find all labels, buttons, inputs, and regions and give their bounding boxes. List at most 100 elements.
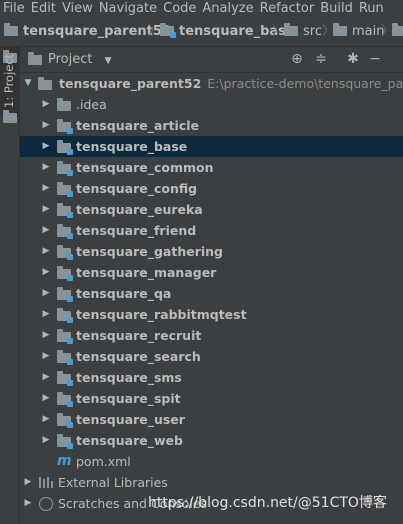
tree-module-row[interactable]: ▶ tensquare_search — [20, 346, 403, 367]
breadcrumb-project[interactable]: tensquare_parent52 — [4, 18, 171, 46]
tree-module-row[interactable]: ▶ tensquare_article — [20, 115, 403, 136]
collapsed-arrow-icon[interactable]: ▶ — [41, 136, 51, 157]
collapsed-arrow-icon[interactable]: ▶ — [41, 304, 51, 325]
tree-module-row[interactable]: ▶ tensquare_base — [20, 136, 403, 157]
collapsed-arrow-icon[interactable]: ▶ — [23, 472, 33, 493]
module-folder-icon — [57, 245, 73, 260]
collapsed-arrow-icon[interactable]: ▶ — [41, 178, 51, 199]
folder-icon — [57, 98, 71, 111]
breadcrumb-next[interactable] — [392, 18, 403, 46]
module-folder-icon — [57, 224, 73, 239]
tree-module-row[interactable]: ▶ tensquare_config — [20, 178, 403, 199]
collapsed-arrow-icon[interactable]: ▶ — [41, 388, 51, 409]
settings-icon[interactable]: ✱ — [344, 50, 362, 68]
menu-refactor[interactable]: Refactor — [257, 1, 318, 16]
menu-bar: File Edit View Navigate Code Analyze Refactor B… — [0, 0, 403, 17]
menu-file[interactable]: File — [0, 1, 28, 16]
collapse-all-icon[interactable]: ≑ — [312, 50, 330, 68]
folder-icon — [392, 23, 403, 36]
tree-module-row[interactable]: ▶ tensquare_eureka — [20, 199, 403, 220]
tree-module-row[interactable]: ▶ tensquare_friend — [20, 220, 403, 241]
tree-module-row[interactable]: ▶ tensquare_user — [20, 409, 403, 430]
project-tree: ▼ tensquare_parent52 E:\practice-demo\ten… — [20, 73, 403, 524]
menu-code[interactable]: Code — [160, 1, 199, 16]
collapsed-arrow-icon[interactable]: ▶ — [41, 409, 51, 430]
menu-build[interactable]: Build — [317, 1, 356, 16]
hide-icon[interactable]: − — [366, 50, 384, 68]
locate-icon[interactable]: ⊕ — [288, 50, 306, 68]
collapsed-arrow-icon[interactable]: ▶ — [41, 157, 51, 178]
tree-item-label: tensquare_user — [76, 412, 185, 427]
menu-edit[interactable]: Edit — [28, 1, 59, 16]
collapsed-arrow-icon[interactable]: ▶ — [41, 115, 51, 136]
collapsed-arrow-icon[interactable]: ▶ — [41, 283, 51, 304]
tree-module-row[interactable]: ▶ tensquare_sms — [20, 367, 403, 388]
tree-item-label: tensquare_base — [76, 139, 188, 154]
triangle-down-icon: ▼ — [104, 56, 112, 66]
module-folder-icon — [57, 140, 73, 155]
module-folder-icon — [57, 182, 73, 197]
tree-module-row[interactable]: ▶ tensquare_rabbitmqtest — [20, 304, 403, 325]
scratches-icon — [39, 497, 53, 511]
tree-file-row[interactable]: m pom.xml — [20, 451, 403, 472]
tree-root-row[interactable]: ▼ tensquare_parent52 E:\practice-demo\ten… — [20, 73, 403, 94]
tree-item-label: tensquare_recruit — [76, 328, 202, 343]
collapsed-arrow-icon[interactable]: ▶ — [41, 430, 51, 451]
collapsed-arrow-icon[interactable]: ▶ — [41, 94, 51, 115]
collapsed-arrow-icon[interactable]: ▶ — [41, 262, 51, 283]
external-libraries-label: External Libraries — [58, 475, 168, 490]
menu-run[interactable]: Run — [356, 1, 387, 16]
tree-item-label: tensquare_gathering — [76, 244, 223, 259]
tree-item-label: tensquare_search — [76, 349, 201, 364]
tree-module-row[interactable]: ▶ tensquare_manager — [20, 262, 403, 283]
menu-analyze[interactable]: Analyze — [199, 1, 256, 16]
breadcrumb-src[interactable]: src — [284, 18, 322, 46]
navigation-bar: tensquare_parent52 〉 tensquare_base 〉 sr… — [0, 18, 403, 47]
collapsed-arrow-icon[interactable]: ▶ — [23, 493, 33, 514]
expanded-arrow-icon[interactable]: ▼ — [23, 73, 33, 94]
collapsed-arrow-icon[interactable]: ▶ — [41, 241, 51, 262]
module-folder-icon — [160, 23, 176, 38]
tree-module-row[interactable]: ▶ tensquare_spit — [20, 388, 403, 409]
pom-label: pom.xml — [76, 454, 131, 469]
root-label: tensquare_parent52 E:\practice-demo\tensq… — [59, 73, 403, 94]
collapsed-arrow-icon[interactable]: ▶ — [41, 199, 51, 220]
module-folder-icon — [57, 203, 73, 218]
tree-item-label: tensquare_manager — [76, 265, 217, 280]
collapsed-arrow-icon[interactable]: ▶ — [41, 220, 51, 241]
menu-navigate[interactable]: Navigate — [96, 1, 160, 16]
breadcrumb-label: src — [303, 24, 322, 39]
watermark: https://blog.csdn.net/@51CTO博客 — [148, 495, 387, 511]
collapsed-arrow-icon[interactable]: ▶ — [41, 346, 51, 367]
project-toolbar: Project ▼ ⊕ ≑ ✱ − — [20, 47, 403, 73]
collapsed-arrow-icon[interactable]: ▶ — [41, 325, 51, 346]
tree-module-row[interactable]: ▶ tensquare_recruit — [20, 325, 403, 346]
tree-module-row[interactable]: ▶ tensquare_qa — [20, 283, 403, 304]
project-view-icon — [28, 52, 42, 65]
folder-icon — [284, 23, 298, 36]
tree-module-row[interactable]: ▶ tensquare_common — [20, 157, 403, 178]
tree-folder-row[interactable]: ▶ .idea — [20, 94, 403, 115]
project-view-title: Project — [48, 52, 93, 67]
tree-item-label: tensquare_rabbitmqtest — [76, 307, 247, 322]
tree-item-label: tensquare_config — [76, 181, 198, 196]
breadcrumb-main[interactable]: main — [333, 18, 384, 46]
folder-icon — [333, 23, 347, 36]
project-view-selector[interactable]: Project ▼ — [48, 47, 112, 74]
module-folder-icon — [57, 119, 73, 134]
tree-item-label: tensquare_sms — [76, 370, 182, 385]
external-libraries-row[interactable]: ▶ External Libraries — [20, 472, 403, 493]
project-side-tab-label[interactable]: 1: Project — [2, 54, 16, 108]
structure-tab-icon[interactable] — [3, 110, 17, 123]
module-folder-icon — [57, 266, 73, 281]
tree-module-row[interactable]: ▶ tensquare_web — [20, 430, 403, 451]
menu-view[interactable]: View — [59, 1, 96, 16]
module-folder-icon — [38, 77, 52, 90]
module-folder-icon — [57, 371, 73, 386]
tree-item-label: .idea — [76, 97, 107, 112]
tree-module-row[interactable]: ▶ tensquare_gathering — [20, 241, 403, 262]
library-icon — [39, 477, 53, 488]
module-folder-icon — [57, 287, 73, 302]
module-folder-icon — [57, 434, 73, 449]
collapsed-arrow-icon[interactable]: ▶ — [41, 367, 51, 388]
